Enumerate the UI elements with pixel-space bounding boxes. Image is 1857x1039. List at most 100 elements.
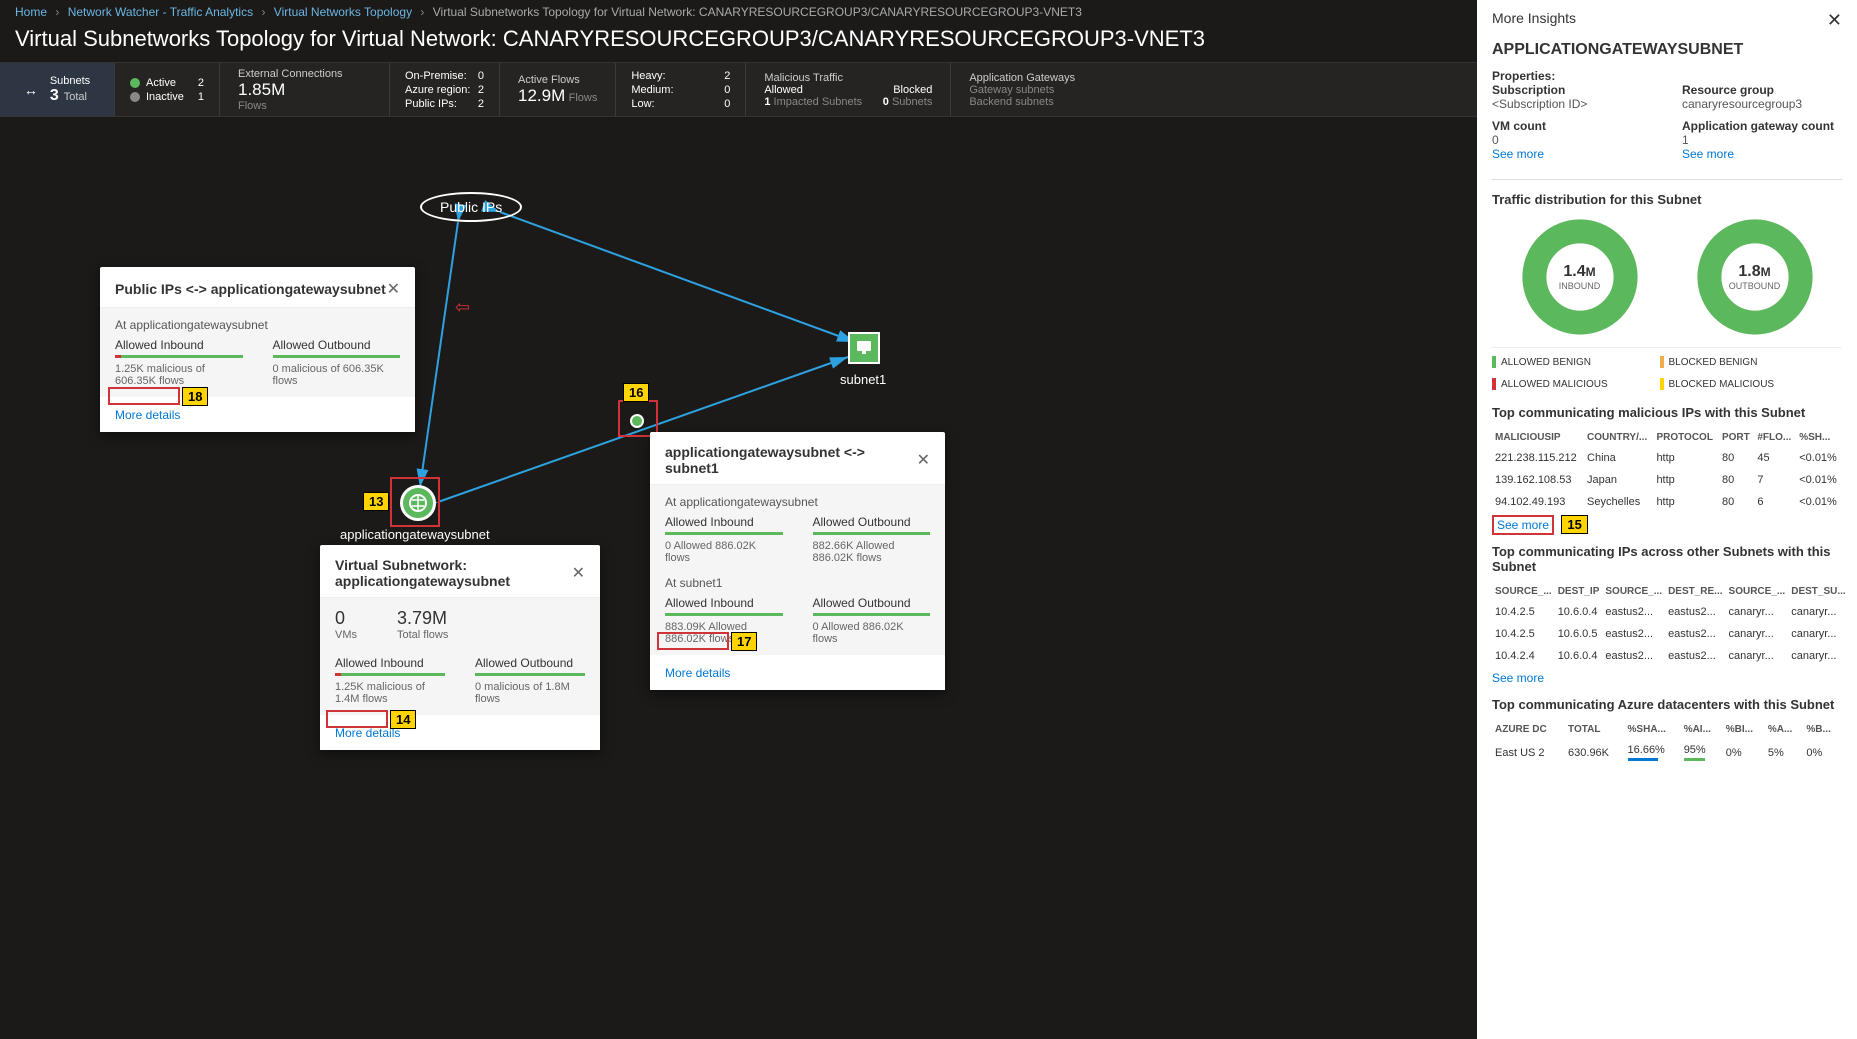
annot-16: 16 (623, 383, 649, 402)
flow-bar-icon (813, 532, 931, 535)
table-cell: 80 (1719, 447, 1754, 469)
popup2-in-label: Allowed Inbound (335, 656, 445, 670)
see-more-link[interactable]: See more (1492, 147, 1652, 161)
table-header: DEST_SU... (1788, 582, 1848, 601)
subnets-label: Subnets (50, 75, 90, 87)
table-cell: eastus2... (1665, 623, 1725, 645)
flow-bar-icon (273, 355, 401, 358)
table-cell: Seychelles (1584, 491, 1653, 513)
close-icon[interactable]: ✕ (572, 563, 585, 583)
close-icon[interactable]: ✕ (387, 279, 400, 299)
subnets-ips-table: SOURCE_...DEST_IPSOURCE_...DEST_RE...SOU… (1492, 582, 1849, 667)
table-row[interactable]: 94.102.49.193Seychelleshttp806<0.01% (1492, 491, 1842, 513)
annot-18: 18 (182, 387, 208, 406)
table-row[interactable]: 139.162.108.53Japanhttp807<0.01% (1492, 469, 1842, 491)
malips-title: Top communicating malicious IPs with thi… (1492, 405, 1842, 420)
legend-bar-icon (1660, 378, 1664, 390)
allowed-label: Allowed (764, 84, 803, 96)
subnets-count: 3 (50, 87, 59, 104)
gw-value: 1 (1682, 133, 1842, 147)
popup1-outbound-label: Allowed Outbound (273, 338, 401, 352)
more-details-link[interactable]: More details (665, 666, 730, 680)
table-cell: <0.01% (1796, 447, 1842, 469)
table-cell: East US 2 (1492, 739, 1565, 766)
table-cell: <0.01% (1796, 469, 1842, 491)
table-cell: eastus2... (1665, 645, 1725, 667)
malicious-label: Malicious Traffic (764, 72, 932, 84)
popup3-section2: At subnet1 (665, 576, 930, 590)
table-cell: 10.4.2.5 (1492, 623, 1555, 645)
popup1-inbound-detail: 1.25K malicious of 606.35K flows (115, 363, 243, 387)
table-cell: 80 (1719, 491, 1754, 513)
popup1-inbound-label: Allowed Inbound (115, 338, 243, 352)
close-icon[interactable]: ✕ (1827, 10, 1842, 31)
expand-icon[interactable]: ↔ (24, 82, 38, 98)
breadcrumb-home[interactable]: Home (15, 5, 47, 19)
inactive-label: Inactive (146, 91, 184, 103)
breadcrumb-current: Virtual Subnetworks Topology for Virtual… (433, 5, 1082, 19)
table-cell: China (1584, 447, 1653, 469)
flow-bar-icon (115, 355, 243, 358)
table-header: DEST_IP (1555, 582, 1603, 601)
external-sub: Flows (238, 100, 371, 112)
legend-bar-icon (1492, 356, 1496, 368)
see-more-link[interactable]: See more (1492, 515, 1554, 535)
table-cell: 7 (1754, 469, 1796, 491)
vm-icon (855, 339, 873, 357)
azure-label: Azure region: (405, 84, 470, 96)
outbound-donut-chart: 1.8MOUTBOUND (1695, 217, 1815, 337)
close-icon[interactable]: ✕ (917, 450, 930, 470)
table-cell: canaryr... (1788, 623, 1848, 645)
onprem-count: 0 (478, 70, 484, 82)
see-more-link[interactable]: See more (1682, 147, 1842, 161)
publicips-label: Public IPs: (405, 98, 457, 110)
inbound-donut-chart: 1.4MINBOUND (1520, 217, 1640, 337)
datacenters-table: AZURE DCTOTAL%SHA...%AI...%BI...%A...%B.… (1492, 720, 1842, 766)
subnets-group: ↔ Subnets 3Total (0, 63, 115, 116)
table-header: %A... (1765, 720, 1804, 739)
annot-box-13 (390, 477, 440, 527)
breadcrumb-nw[interactable]: Network Watcher - Traffic Analytics (68, 5, 253, 19)
breadcrumb-vnt[interactable]: Virtual Networks Topology (274, 5, 412, 19)
table-row[interactable]: East US 2630.96K16.66%95%0%5%0% (1492, 739, 1842, 766)
rg-value: canaryresourcegroup3 (1682, 97, 1842, 111)
popup3-s1out-detail: 882.66K Allowed 886.02K flows (813, 540, 931, 564)
publicips-node[interactable]: Public IPs (420, 192, 522, 222)
more-details-link[interactable]: More details (115, 408, 180, 422)
see-more-link[interactable]: See more (1492, 671, 1842, 685)
external-value: 1.85M (238, 80, 371, 100)
table-header: DEST_RE... (1665, 582, 1725, 601)
table-cell: eastus2... (1665, 601, 1725, 623)
table-cell: Japan (1584, 469, 1653, 491)
table-cell: 5% (1765, 739, 1804, 766)
active-label: Active (146, 77, 176, 89)
insights-header-title: More Insights (1492, 10, 1576, 31)
annot-box-17 (657, 632, 729, 650)
popup-appgw-subnet1: applicationgatewaysubnet <-> subnet1 ✕ A… (650, 432, 945, 690)
annot-box-18 (108, 387, 180, 405)
popup3-s2out-detail: 0 Allowed 886.02K flows (813, 621, 931, 645)
subnet1-node[interactable] (848, 332, 880, 364)
table-header: SOURCE_... (1726, 582, 1789, 601)
table-row[interactable]: 10.4.2.510.6.0.4eastus2...eastus2...cana… (1492, 601, 1849, 623)
vm-label: VM count (1492, 119, 1652, 133)
table-row[interactable]: 10.4.2.410.6.0.4eastus2...eastus2...cana… (1492, 645, 1849, 667)
table-header: %SH... (1796, 428, 1842, 447)
table-row[interactable]: 10.4.2.510.6.0.5eastus2...eastus2...cana… (1492, 623, 1849, 645)
heavy-count: 2 (724, 70, 730, 82)
table-cell: canaryr... (1726, 645, 1789, 667)
appgw-node-label: applicationgatewaysubnet (340, 527, 490, 542)
legend-bm: BLOCKED MALICIOUS (1669, 379, 1775, 390)
subnets-comm-title: Top communicating IPs across other Subne… (1492, 544, 1842, 574)
table-header: TOTAL (1565, 720, 1625, 739)
low-count: 0 (724, 98, 730, 110)
azure-count: 2 (478, 84, 484, 96)
table-cell: eastus2... (1602, 645, 1665, 667)
table-header: SOURCE_... (1602, 582, 1665, 601)
table-cell: 94.102.49.193 (1492, 491, 1584, 513)
activeflows-value: 12.9M (518, 86, 565, 105)
insights-title: APPLICATIONGATEWAYSUBNET (1492, 41, 1842, 59)
dc-title: Top communicating Azure datacenters with… (1492, 697, 1842, 712)
table-row[interactable]: 221.238.115.212Chinahttp8045<0.01% (1492, 447, 1842, 469)
annotation-arrow-icon: ⇦ (455, 297, 470, 318)
